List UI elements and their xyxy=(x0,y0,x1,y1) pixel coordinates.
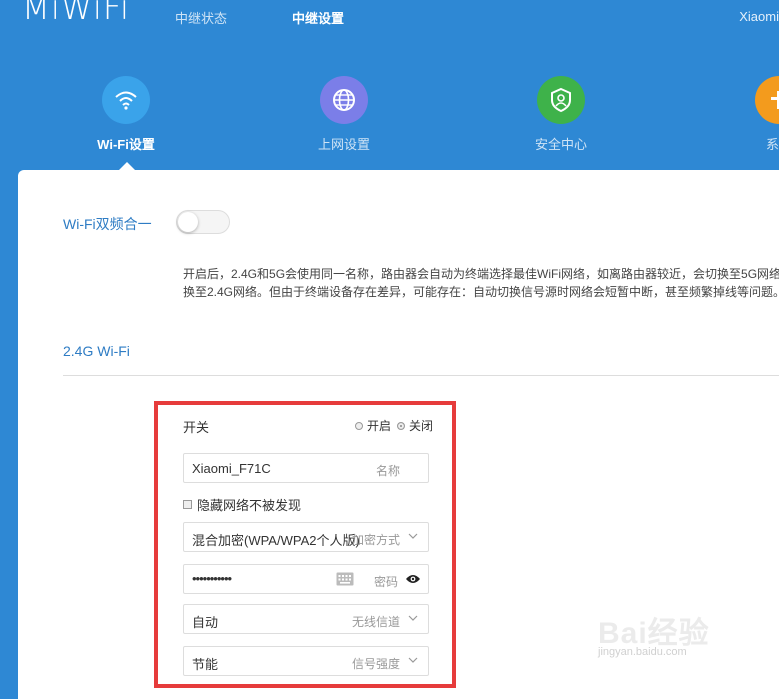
nav-internet-settings[interactable]: 上网设置 xyxy=(284,76,404,153)
radio-off-label[interactable]: 关闭 xyxy=(409,417,433,434)
strength-hint: 信号强度 xyxy=(351,657,400,671)
ssid-field[interactable]: Xiaomi_F71C 名称 xyxy=(183,453,429,483)
encryption-hint: 加密方式 xyxy=(351,533,400,547)
toggle-knob xyxy=(178,212,198,232)
divider xyxy=(63,375,779,376)
nav-system[interactable]: 系统 xyxy=(719,76,779,153)
nav-label: Wi-Fi设置 xyxy=(97,137,155,152)
channel-select[interactable]: 自动 无线信道 xyxy=(183,604,429,634)
switch-radios: 开启 关闭 xyxy=(354,417,433,434)
hidden-network-row[interactable]: 隐藏网络不被发现 xyxy=(183,495,301,514)
ssid-hint: 名称 xyxy=(375,464,400,478)
note-line: 换至2.4G网络。但由于终端设备存在差异，可能存在：自动切换信号源时网络会短暂中… xyxy=(183,285,779,299)
top-bar: MiWiFi 中继状态 中继设置 Xiaomi xyxy=(0,0,779,40)
wifi-icon xyxy=(102,76,150,124)
logo: MiWiFi xyxy=(22,0,130,28)
radio-on-label[interactable]: 开启 xyxy=(367,417,391,434)
nav-wifi-settings[interactable]: Wi-Fi设置 xyxy=(66,76,186,153)
nav-label: 安全中心 xyxy=(534,137,587,152)
section-title-24g: 2.4G Wi-Fi xyxy=(63,343,130,359)
chevron-down-icon xyxy=(408,657,418,663)
watermark-url: jingyan.baidu.com xyxy=(598,646,687,658)
password-field[interactable]: ••••••••••• 密码 xyxy=(183,564,429,594)
strength-value: 节能 xyxy=(192,657,219,672)
settings-nav: Wi-Fi设置 上网设置 安全中心 系 xyxy=(0,70,779,171)
keyboard-icon[interactable] xyxy=(336,572,354,589)
ssid-value: Xiaomi_F71C xyxy=(192,461,271,476)
chevron-down-icon xyxy=(408,533,418,539)
shield-user-icon xyxy=(537,76,585,124)
system-icon xyxy=(755,76,779,124)
nav-security-center[interactable]: 安全中心 xyxy=(501,76,621,153)
hidden-network-label: 隐藏网络不被发现 xyxy=(197,498,302,513)
channel-value: 自动 xyxy=(192,615,219,630)
note-line: 开启后，2.4G和5G会使用同一名称，路由器会自动为终端选择最佳WiFi网络，如… xyxy=(183,267,779,281)
encryption-select[interactable]: 混合加密(WPA/WPA2个人版) 加密方式 xyxy=(183,522,429,552)
globe-icon xyxy=(320,76,368,124)
channel-hint: 无线信道 xyxy=(351,615,400,629)
dual-band-toggle[interactable] xyxy=(176,210,230,234)
password-value: ••••••••••• xyxy=(192,571,232,586)
chevron-down-icon xyxy=(408,615,418,621)
encryption-value: 混合加密(WPA/WPA2个人版) xyxy=(192,533,360,548)
tab-relay-status[interactable]: 中继状态 xyxy=(175,8,227,27)
hidden-network-checkbox[interactable] xyxy=(183,500,192,509)
baidu-watermark: Bai经验 jingyan.baidu.com xyxy=(592,608,752,668)
radio-off[interactable] xyxy=(396,421,405,430)
signal-strength-select[interactable]: 节能 信号强度 xyxy=(183,646,429,676)
nav-label: 系统 xyxy=(765,137,779,152)
dual-band-note: 开启后，2.4G和5G会使用同一名称，路由器会自动为终端选择最佳WiFi网络，如… xyxy=(183,265,779,301)
switch-label: 开关 xyxy=(183,420,210,435)
user-name[interactable]: Xiaomi xyxy=(739,9,779,24)
password-hint: 密码 xyxy=(373,575,398,589)
radio-on[interactable] xyxy=(354,421,363,430)
nav-label: 上网设置 xyxy=(317,137,370,152)
eye-icon[interactable] xyxy=(405,573,421,588)
tab-relay-settings[interactable]: 中继设置 xyxy=(292,8,344,27)
dual-band-label: Wi-Fi双频合一 xyxy=(63,216,152,232)
